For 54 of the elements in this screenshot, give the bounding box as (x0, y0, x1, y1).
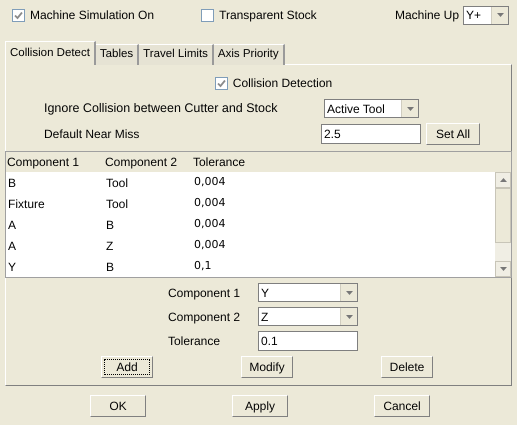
tab[interactable]: Travel Limits (139, 44, 214, 65)
field-label: Tolerance (168, 333, 222, 350)
table-cell-text: Y (7, 258, 18, 276)
dropdown[interactable]: Y+ (463, 6, 509, 24)
field-label: Ignore Collision between Cutter and Stock (44, 100, 278, 118)
button[interactable]: Delete (381, 356, 433, 378)
table-cell-text: Fixture (7, 196, 46, 212)
field-label: Component 1 (168, 284, 242, 302)
table-cell-text: 0,004 (193, 216, 226, 232)
column-header: Tolerance (192, 154, 246, 171)
table-cell-text: Tool (105, 196, 130, 212)
field-label: Component 2 (168, 308, 242, 326)
input-field[interactable]: 2.5 (321, 124, 421, 144)
checkbox[interactable] (12, 8, 25, 22)
button[interactable]: Add (101, 356, 153, 378)
table-cell-text: 0,004 (193, 237, 226, 254)
dropdown[interactable]: Z (258, 307, 358, 326)
table-cell-text: B (7, 174, 18, 192)
caret-icon (496, 13, 504, 17)
table-cell-text: B (105, 258, 116, 276)
input-field[interactable]: 0.1 (258, 331, 358, 351)
table-cell-text: Tool (105, 174, 130, 192)
caret-icon (346, 290, 352, 294)
up-arrow-icon (500, 178, 506, 182)
column-header: Component 2 (104, 154, 178, 171)
checkbox[interactable] (201, 8, 214, 22)
table-cell-text: 0,004 (193, 174, 226, 190)
tab[interactable]: Axis Priority (214, 44, 285, 65)
button[interactable]: Cancel (374, 395, 430, 417)
table-cell-text: A (7, 216, 18, 234)
scrollbar[interactable] (495, 172, 511, 277)
field-label: Machine Up (394, 7, 459, 24)
table-cell-text: Z (105, 238, 114, 254)
tab[interactable]: Tables (96, 44, 140, 65)
column-header: Component 1 (6, 154, 80, 171)
table-cell-text: A (7, 238, 18, 254)
caret-icon (346, 314, 352, 318)
button[interactable]: Apply (232, 395, 288, 417)
checkbox-label: Collision Detection (232, 75, 332, 92)
table-cell-text: 0,1 (193, 258, 212, 274)
table-cell-text: 0,004 (193, 195, 226, 212)
checkbox-label: Transparent Stock (219, 7, 317, 24)
caret-icon (406, 106, 414, 110)
button[interactable]: Set All (426, 123, 480, 145)
checkbox[interactable] (214, 76, 228, 90)
button[interactable]: OK (90, 395, 146, 417)
down-arrow-icon (500, 267, 506, 271)
dropdown[interactable]: Y (258, 283, 358, 302)
button[interactable]: Modify (241, 356, 293, 378)
tab[interactable]: Collision Detect (5, 41, 96, 65)
checkbox-label: Machine Simulation On (30, 7, 154, 24)
field-label: Default Near Miss (44, 126, 140, 143)
table-cell-text: B (105, 216, 116, 234)
dropdown[interactable]: Active Tool (324, 99, 419, 118)
